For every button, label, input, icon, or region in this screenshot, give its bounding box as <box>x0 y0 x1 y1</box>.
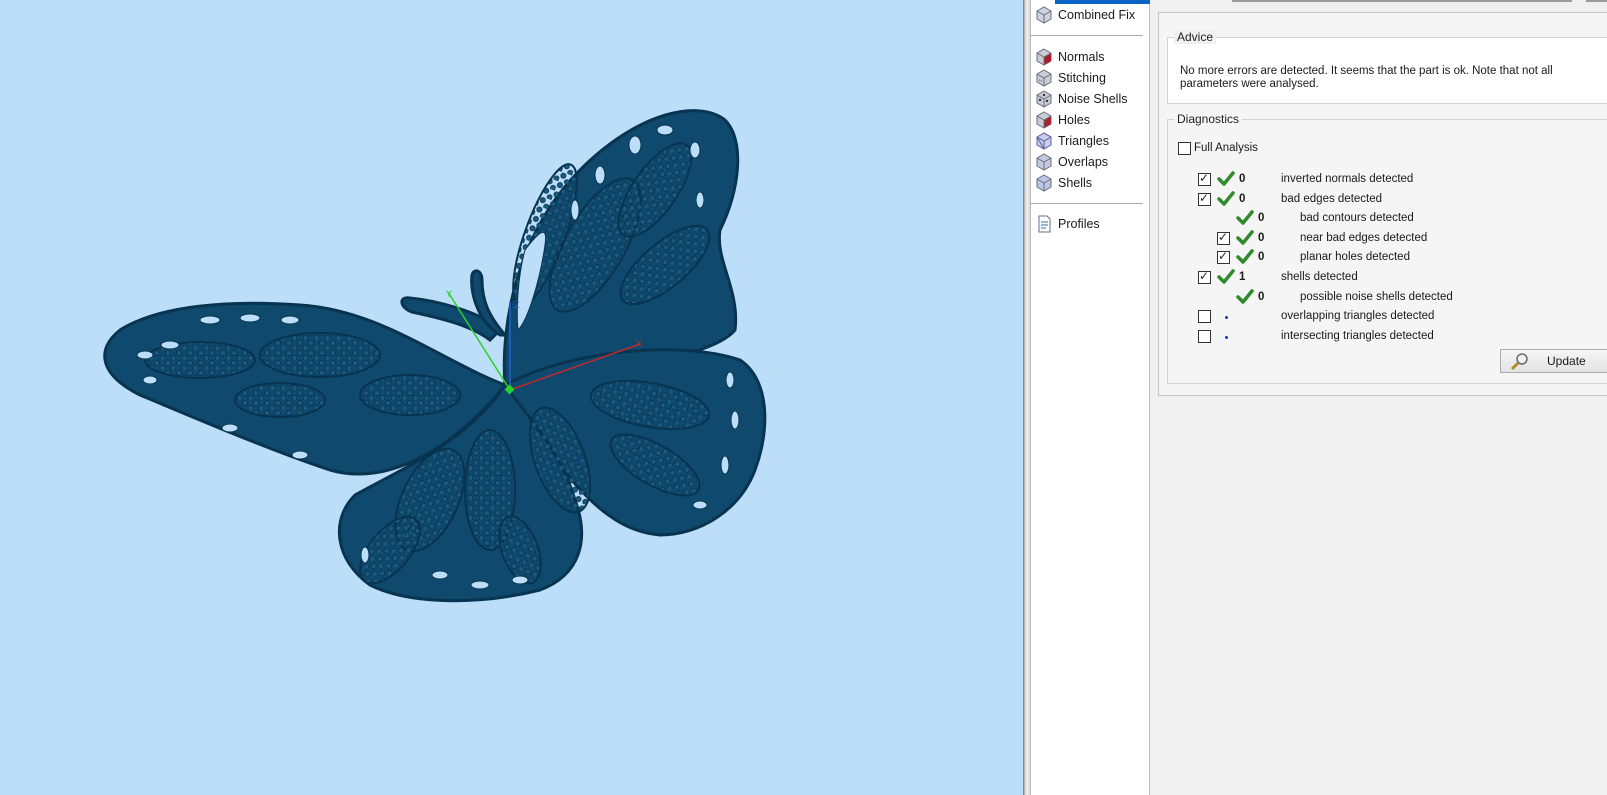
triangles-cube-icon <box>1036 132 1052 150</box>
diagnostic-count: 0 <box>1239 192 1246 205</box>
holes-cube-icon <box>1036 111 1052 129</box>
stitching-cube-icon <box>1036 69 1052 87</box>
nav-item-normals[interactable]: Normals <box>1035 47 1105 67</box>
nav-item-shells[interactable]: Shells <box>1035 173 1092 193</box>
nav-item-label: Noise Shells <box>1058 92 1128 106</box>
3d-viewport[interactable]: Y Z X <box>0 0 1023 795</box>
magnifier-icon <box>1510 353 1528 370</box>
diagnostic-count: 0 <box>1258 290 1265 303</box>
diagnostic-row: 1 shells detected <box>1168 269 1607 287</box>
diagnostic-row: 0 bad contours detected <box>1168 210 1607 228</box>
update-button[interactable]: Update <box>1500 349 1607 373</box>
diagnostic-checkbox[interactable] <box>1198 310 1211 324</box>
tab-strip-edge <box>1232 0 1572 2</box>
profiles-document-icon <box>1038 215 1051 233</box>
nav-item-label: Overlaps <box>1058 155 1109 169</box>
diagnostic-label: overlapping triangles detected <box>1281 310 1435 323</box>
diagnostic-row: 0 planar holes detected <box>1168 249 1607 267</box>
update-button-label: Update <box>1547 354 1586 368</box>
shells-cube-icon <box>1036 174 1052 192</box>
advice-group: Advice No more errors are detected. It s… <box>1167 30 1607 104</box>
diagnostic-row: 0 possible noise shells detected <box>1168 288 1607 307</box>
nav-item-label: Holes <box>1058 113 1090 127</box>
diagnostic-row: 0 bad edges detected <box>1168 191 1607 209</box>
diagnostic-count: 0 <box>1239 173 1246 185</box>
diagnostic-count: 0 <box>1258 231 1265 244</box>
noise-shells-cube-icon <box>1036 90 1052 108</box>
diagnostic-label: intersecting triangles detected <box>1281 329 1434 342</box>
tab-strip-edge <box>1586 0 1607 2</box>
nav-item-label: Combined Fix <box>1058 8 1136 22</box>
diagnostic-row: 0 near bad edges detected <box>1168 230 1607 248</box>
nav-item-profiles[interactable]: Profiles <box>1035 214 1100 234</box>
diagnostic-count: 1 <box>1239 271 1246 283</box>
nav-item-label: Normals <box>1058 50 1105 64</box>
diagnostic-count: 0 <box>1258 251 1265 264</box>
check-ok-icon <box>1217 190 1235 207</box>
nav-item-noise-shells[interactable]: Noise Shells <box>1035 89 1127 109</box>
diagnostic-label: bad edges detected <box>1281 192 1383 205</box>
check-ok-icon <box>1236 210 1254 226</box>
diagnostics-page: Advice No more errors are detected. It s… <box>1150 0 1607 795</box>
not-analysed-dot-icon <box>1225 335 1228 339</box>
normals-cube-icon <box>1036 48 1052 66</box>
diagnostic-checkbox[interactable] <box>1198 191 1211 206</box>
x-axis-label: X <box>636 339 642 349</box>
diagnostic-count: 0 <box>1258 212 1265 225</box>
nav-item-holes[interactable]: Holes <box>1035 110 1090 130</box>
nav-item-overlaps[interactable]: Overlaps <box>1035 152 1108 172</box>
z-axis-label: Z <box>514 300 520 310</box>
nav-item-label: Profiles <box>1058 217 1100 231</box>
nav-separator <box>1031 203 1143 204</box>
diagnostic-label: shells detected <box>1281 271 1358 283</box>
nav-item-triangles[interactable]: Triangles <box>1035 131 1109 151</box>
full-analysis-label: Full Analysis <box>1194 142 1258 154</box>
diagnostic-label: near bad edges detected <box>1300 231 1428 244</box>
fix-navigation-panel: Combined Fix Normals Stitching Noise She… <box>1031 0 1173 795</box>
check-ok-icon <box>1217 171 1235 187</box>
advice-title: Advice <box>1174 30 1217 44</box>
combined-fix-cube-icon <box>1036 6 1052 24</box>
nav-item-label: Triangles <box>1058 134 1109 148</box>
diagnostic-checkbox[interactable] <box>1198 329 1211 343</box>
diagnostic-row: intersecting triangles detected <box>1168 328 1607 346</box>
nav-separator <box>1031 35 1143 36</box>
advice-text: No more errors are detected. It seems th… <box>1180 65 1553 90</box>
diagnostic-row: 0 inverted normals detected <box>1168 171 1607 189</box>
not-analysed-dot-icon <box>1225 316 1228 320</box>
nav-item-stitching[interactable]: Stitching <box>1035 68 1106 88</box>
diagnostic-label: bad contours detected <box>1300 212 1414 225</box>
full-analysis-checkbox[interactable] <box>1178 142 1191 155</box>
panel-splitter[interactable] <box>1023 0 1031 795</box>
nav-item-combined-fix[interactable]: Combined Fix <box>1035 5 1135 25</box>
diagnostic-row: overlapping triangles detected <box>1168 308 1607 326</box>
y-axis-label: Y <box>446 289 452 299</box>
diagnostic-label: planar holes detected <box>1300 251 1410 264</box>
diagnostics-title: Diagnostics <box>1177 112 1240 126</box>
overlaps-cube-icon <box>1036 153 1052 171</box>
diagnostic-checkbox[interactable] <box>1198 171 1211 186</box>
diagnostics-group: Diagnostics Full Analysis 0 inverted norm… <box>1167 112 1607 384</box>
nav-item-label: Shells <box>1058 176 1093 190</box>
check-ok-icon <box>1217 269 1235 285</box>
diagnostic-checkbox[interactable] <box>1198 269 1211 284</box>
diagnostic-label: inverted normals detected <box>1281 173 1414 185</box>
diagnostic-checkbox[interactable] <box>1217 249 1230 265</box>
diagnostic-checkbox[interactable] <box>1217 230 1230 245</box>
nav-item-label: Stitching <box>1058 71 1106 85</box>
check-ok-icon <box>1236 230 1254 246</box>
diagnostic-label: possible noise shells detected <box>1300 290 1453 303</box>
butterfly-model[interactable]: Y Z X <box>0 0 1023 795</box>
check-ok-icon <box>1236 249 1254 265</box>
check-ok-icon <box>1236 288 1254 305</box>
